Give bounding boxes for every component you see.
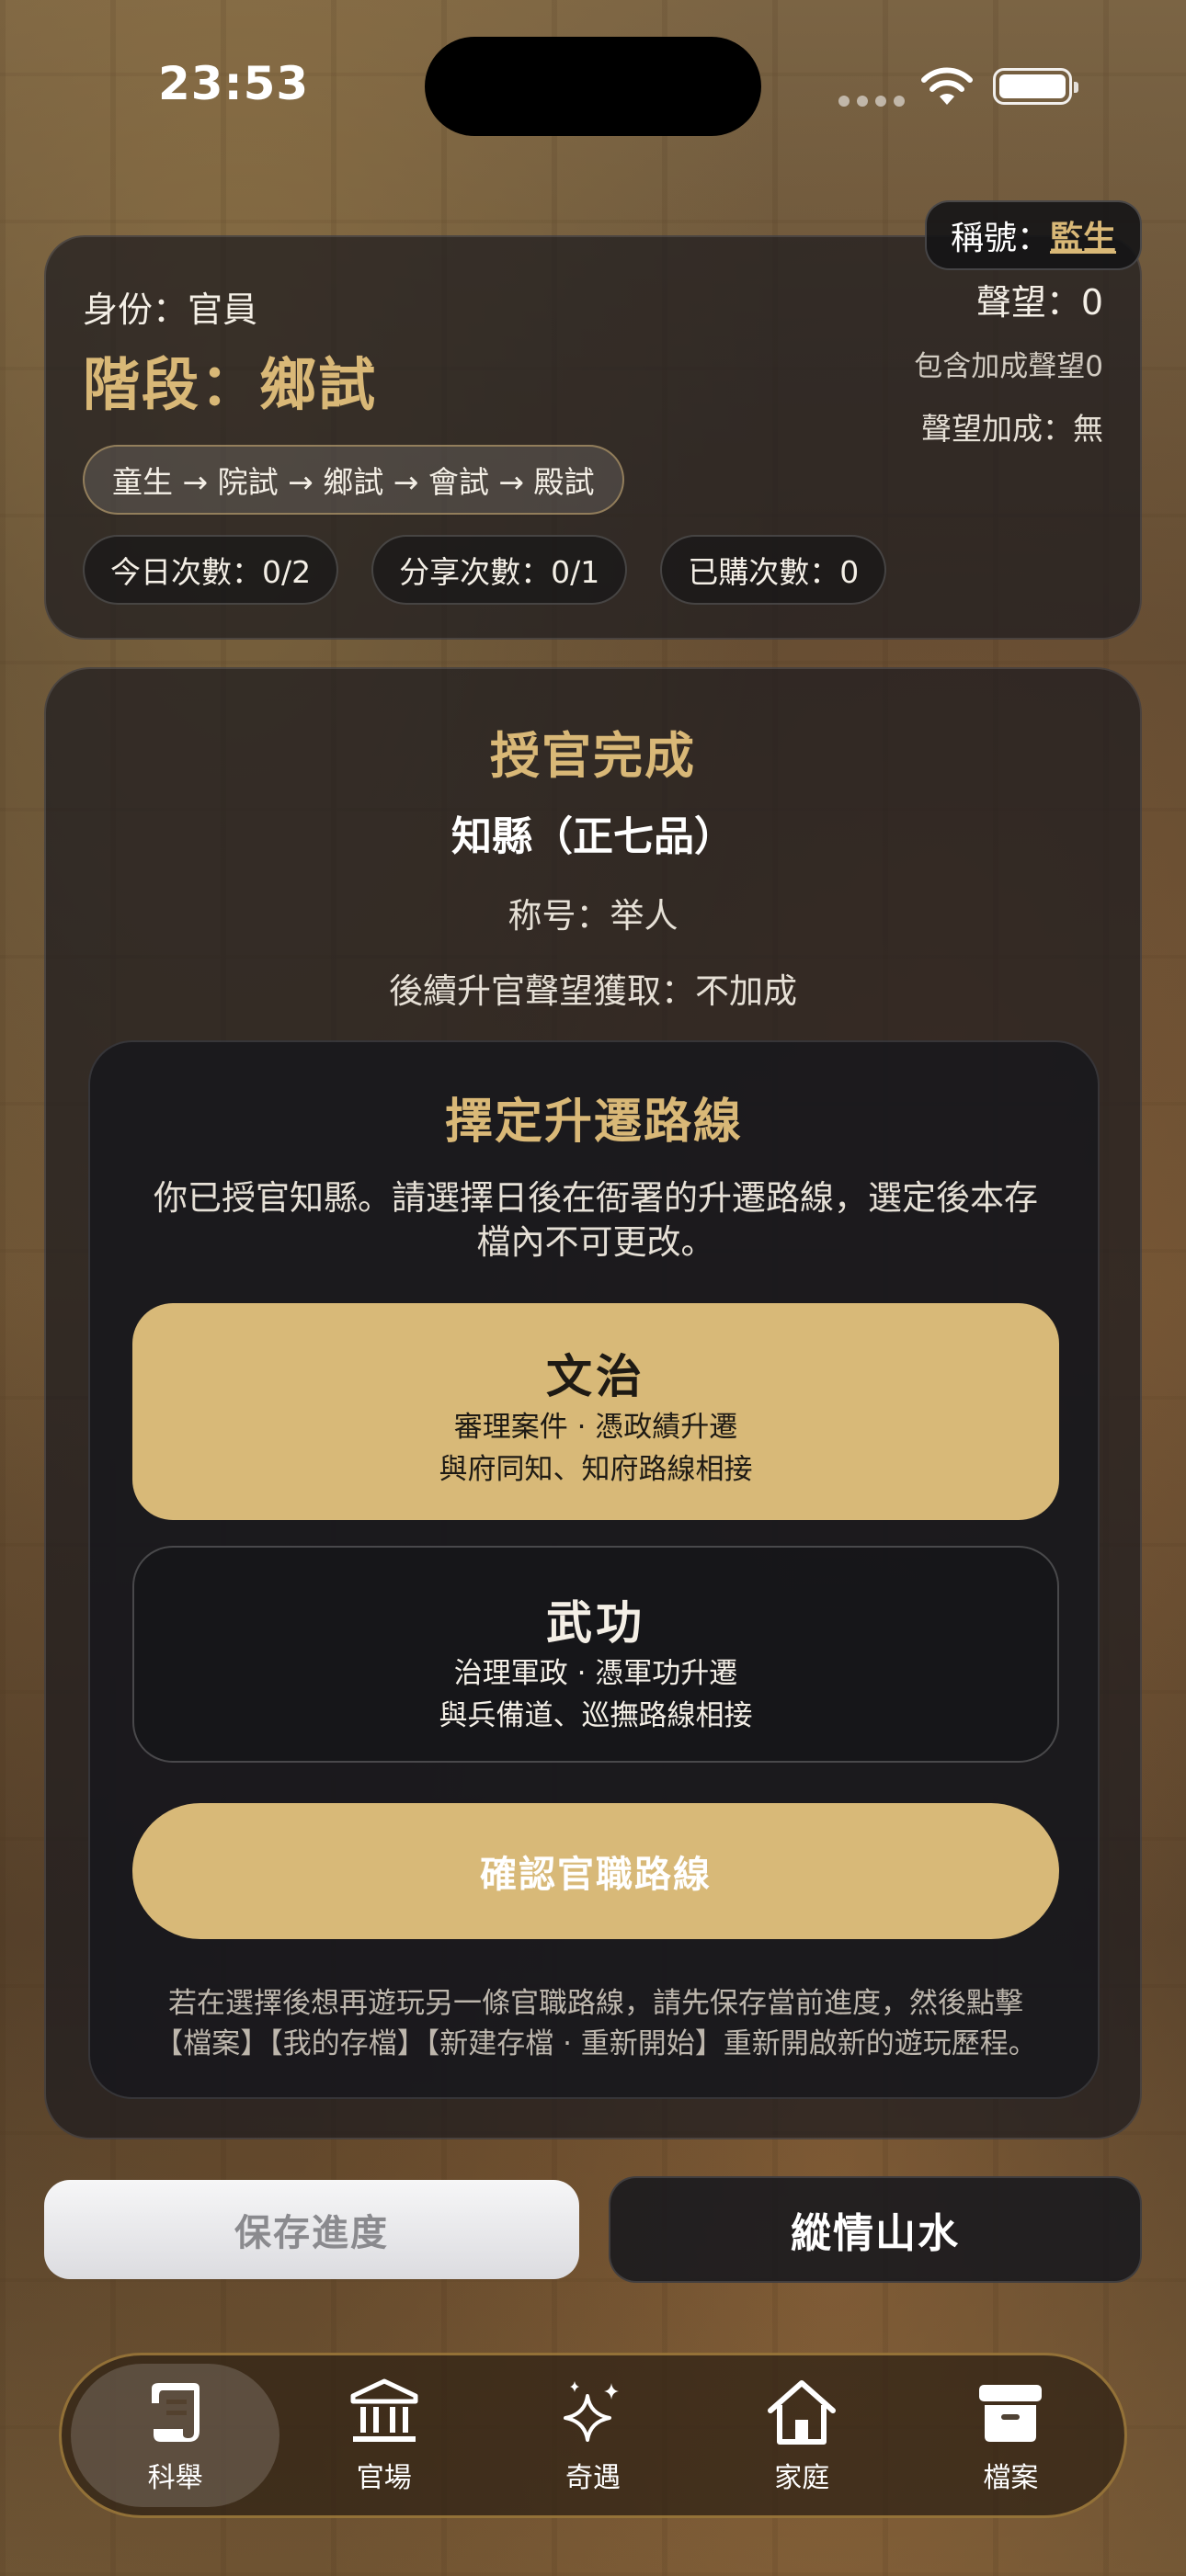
- government-building-icon: [350, 2378, 418, 2442]
- tab-family[interactable]: 家庭: [698, 2364, 907, 2507]
- appointment-heading: 授官完成: [490, 727, 696, 785]
- route-option-line: 與府同知、知府路線相接: [439, 1453, 753, 1486]
- route-description: 你已授官知縣。請選擇日後在衙署的升遷路線，選定後本存檔內不可更改。: [154, 1178, 1038, 1262]
- identity-label: 身份：官員: [83, 289, 258, 330]
- stage-label: 階段：鄉試: [83, 351, 378, 418]
- appointment-card: 授官完成 知縣（正七品） 称号：举人 後續升官聲望獲取：不加成 擇定升遷路線 你…: [44, 667, 1142, 2139]
- tab-label: 奇遇: [565, 2462, 621, 2494]
- tab-label: 官場: [356, 2462, 412, 2494]
- route-option-line: 審理案件 · 憑政績升遷: [453, 1411, 738, 1444]
- wifi-icon: [921, 67, 973, 105]
- home-icon: [768, 2380, 837, 2445]
- status-time: 23:53: [158, 57, 310, 110]
- route-selection-panel: 擇定升遷路線 你已授官知縣。請選擇日後在衙署的升遷路線，選定後本存檔內不可更改。…: [88, 1040, 1100, 2099]
- tab-archive[interactable]: 檔案: [907, 2364, 1115, 2507]
- save-progress-button[interactable]: 保存進度: [44, 2180, 579, 2279]
- tab-bar: 科舉 官場 奇遇 家庭 檔案: [59, 2353, 1127, 2518]
- daily-count-pill: 今日次數：0/2: [83, 535, 339, 605]
- route-heading: 擇定升遷路線: [444, 1095, 743, 1150]
- title-badge[interactable]: 稱號： 監生: [924, 200, 1142, 270]
- tab-officialdom[interactable]: 官場: [279, 2364, 488, 2507]
- route-option-title: 武功: [546, 1596, 645, 1650]
- tab-label: 科舉: [147, 2462, 203, 2494]
- travel-button[interactable]: 縱情山水: [609, 2176, 1142, 2283]
- route-option-line: 治理軍政 · 憑軍功升遷: [453, 1657, 738, 1690]
- route-option-civil[interactable]: 文治 審理案件 · 憑政績升遷 與府同知、知府路線相接: [132, 1303, 1059, 1520]
- title-badge-label: 稱號：: [950, 220, 1050, 257]
- reputation-block: 聲望：0 包含加成聲望0 聲望加成：無: [914, 274, 1103, 448]
- route-option-military[interactable]: 武功 治理軍政 · 憑軍功升遷 與兵備道、巡撫路線相接: [132, 1546, 1059, 1763]
- cellular-signal-icon: [838, 96, 905, 107]
- tab-label: 檔案: [983, 2462, 1039, 2494]
- player-info-card: 身份：官員 階段：鄉試 童生 → 院試 → 鄉試 → 會試 → 殿試 今日次數：…: [44, 200, 1142, 640]
- tab-encounters[interactable]: 奇遇: [488, 2364, 697, 2507]
- scroll-icon: [151, 2383, 200, 2442]
- route-option-title: 文治: [546, 1350, 645, 1403]
- archive-box-icon: [979, 2385, 1043, 2442]
- reputation-with-bonus: 包含加成聲望0: [914, 350, 1103, 383]
- route-option-line: 與兵備道、巡撫路線相接: [439, 1699, 753, 1732]
- purchase-count-pill: 已購次數：0: [660, 535, 887, 605]
- status-bar: 23:53: [0, 0, 1186, 165]
- confirm-route-button[interactable]: 確認官職路線: [132, 1803, 1059, 1939]
- route-footnote: 若在選擇後想再遊玩另一條官職路線，請先保存當前進度，然後點擊【檔案】【我的存檔】…: [154, 1987, 1037, 2060]
- tab-exam[interactable]: 科舉: [71, 2364, 280, 2507]
- post-name: 知縣（正七品）: [451, 813, 735, 860]
- reputation-bonus: 聲望加成：無: [921, 411, 1103, 447]
- title-badge-value[interactable]: 監生: [1050, 211, 1116, 259]
- tab-label: 家庭: [774, 2462, 830, 2494]
- counter-row: 今日次數：0/2 分享次數：0/1 已購次數：0: [83, 535, 887, 605]
- bonus-note: 後續升官聲望獲取：不加成: [389, 971, 797, 1011]
- rank-title: 称号：举人: [507, 896, 679, 936]
- battery-icon: [993, 68, 1078, 105]
- dynamic-island: [425, 37, 761, 136]
- reputation-value: 聲望：0: [975, 282, 1103, 323]
- share-count-pill: 分享次數：0/1: [371, 535, 628, 605]
- sparkle-icon: [564, 2381, 619, 2442]
- exam-path-pill: 童生 → 院試 → 鄉試 → 會試 → 殿試: [83, 445, 624, 515]
